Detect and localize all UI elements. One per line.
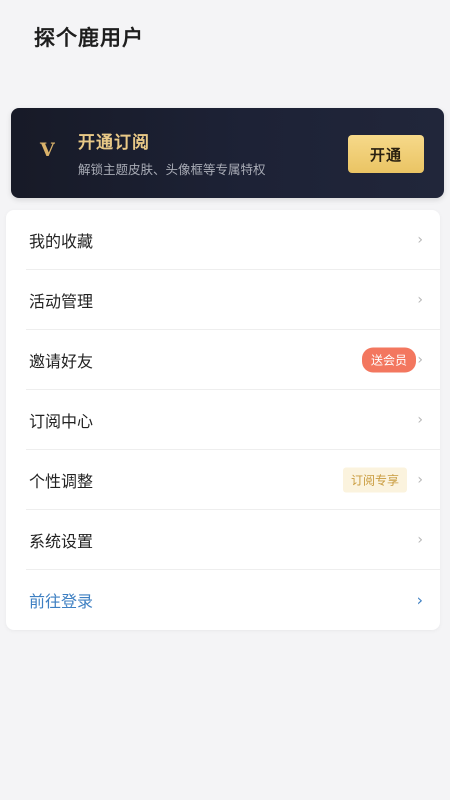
gift-membership-badge: 送会员 [361, 347, 416, 373]
menu-item-label: 个性调整 [29, 472, 94, 491]
menu-item-label: 邀请好友 [29, 352, 94, 371]
subscriber-exclusive-badge: 订阅专享 [342, 467, 407, 493]
chevron-right-icon: › [416, 590, 423, 610]
menu-item-label: 系统设置 [29, 532, 94, 551]
menu-item-invite-friends[interactable]: 邀请好友 送会员 › [6, 330, 440, 390]
chevron-right-icon: › [417, 292, 423, 308]
menu-list: 我的收藏 › 活动管理 › 邀请好友 送会员 › 订阅中心 › 个性调整 订阅专… [6, 210, 440, 630]
menu-item-activity-management[interactable]: 活动管理 › [6, 270, 440, 330]
vip-subscription-card[interactable]: V 开通订阅 解锁主题皮肤、头像框等专属特权 开通 [11, 108, 444, 198]
chevron-right-icon: › [417, 532, 423, 548]
username-title: 探个鹿用户 [34, 26, 144, 50]
vip-subtitle: 解锁主题皮肤、头像框等专属特权 [78, 162, 266, 177]
login-link[interactable]: 前往登录 [29, 588, 93, 612]
menu-item-label: 我的收藏 [29, 232, 94, 251]
vip-badge-icon: V [40, 139, 55, 161]
menu-item-label: 活动管理 [29, 292, 94, 311]
open-subscription-button[interactable]: 开通 [348, 135, 424, 173]
chevron-right-icon: › [417, 412, 423, 428]
menu-item-login[interactable]: 前往登录 › [6, 570, 440, 630]
menu-item-favorites[interactable]: 我的收藏 › [6, 210, 440, 270]
menu-item-subscription-center[interactable]: 订阅中心 › [6, 390, 440, 450]
chevron-right-icon: › [417, 472, 423, 488]
vip-title: 开通订阅 [78, 133, 150, 153]
menu-item-personalization[interactable]: 个性调整 订阅专享 › [6, 450, 440, 510]
chevron-right-icon: › [417, 232, 423, 248]
chevron-right-icon: › [417, 352, 423, 368]
menu-item-label: 订阅中心 [29, 412, 94, 431]
menu-item-system-settings[interactable]: 系统设置 › [6, 510, 440, 570]
